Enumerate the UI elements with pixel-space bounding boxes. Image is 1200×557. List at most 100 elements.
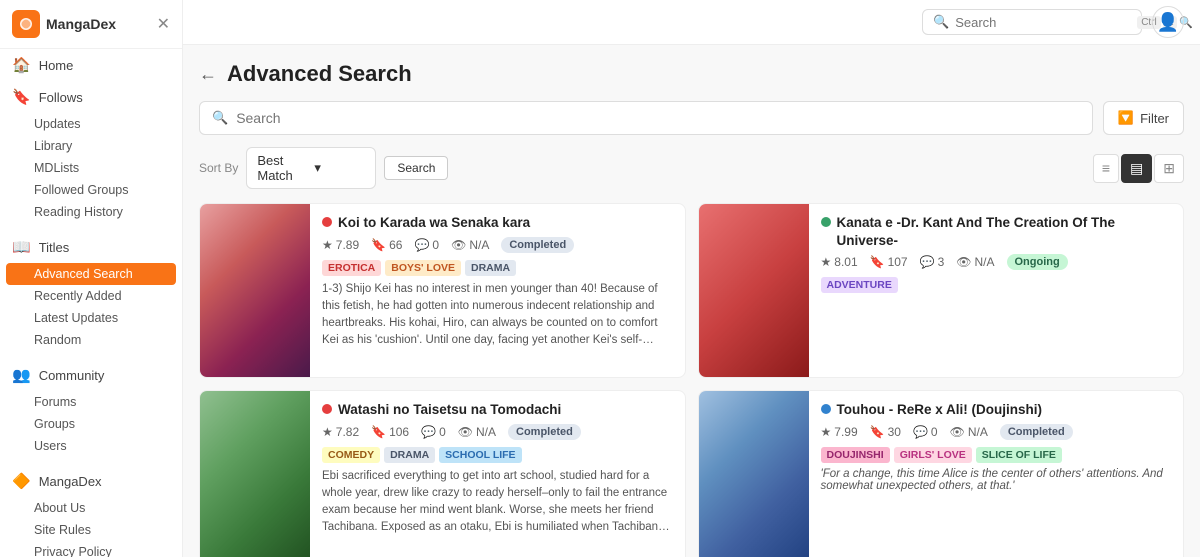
sort-view-row: Sort By Best Match ▾ Search ≡ ▤ ⊞ [199,147,1184,189]
sort-select-value: Best Match [257,153,308,183]
sidebar-item-library[interactable]: Library [0,135,182,157]
sidebar-item-mdlists[interactable]: MDLists [0,157,182,179]
sidebar-item-latest-updates[interactable]: Latest Updates [0,307,182,329]
eye-icon: 👁 [451,238,466,252]
tag[interactable]: EROTICA [322,260,381,276]
manga-title-row: Kanata e -Dr. Kant And The Creation Of T… [821,214,1172,249]
manga-stats: ★ 7.82 🔖 106 💬 0 👁 N/A Completed [322,424,673,440]
tag[interactable]: ADVENTURE [821,277,898,293]
topbar-search[interactable]: 🔍 Ctrl K 🔍 [922,9,1142,35]
tag[interactable]: SCHOOL LIFE [439,447,521,463]
sidebar-follows-label: Follows [39,90,83,105]
manga-tags: EROTICA BOYS' LOVE DRAMA [322,260,673,276]
tag[interactable]: GIRLS' LOVE [894,447,972,463]
manga-stats: ★ 8.01 🔖 107 💬 3 👁 N/A Ongoing [821,254,1172,270]
topbar-search-input[interactable] [955,15,1131,30]
manga-card[interactable]: Touhou - ReRe x Ali! (Doujinshi) ★ 7.99 … [698,390,1185,557]
manga-title: Kanata e -Dr. Kant And The Creation Of T… [837,214,1172,249]
sidebar-item-groups[interactable]: Groups [0,413,182,435]
grid-view-button[interactable]: ⊞ [1154,154,1184,183]
manga-desc: 1-3) Shijo Kei has no interest in men yo… [322,281,673,350]
manga-card[interactable]: Kanata e -Dr. Kant And The Creation Of T… [698,203,1185,378]
status-dot [821,217,831,227]
manga-title-row: Koi to Karada wa Senaka kara [322,214,673,232]
status-badge: Completed [1000,424,1073,440]
logo-icon [12,10,40,38]
eye-icon: 👁 [956,255,971,269]
manga-cover [200,391,310,557]
sort-select[interactable]: Best Match ▾ [246,147,376,189]
sidebar: MangaDex ✕ 🏠 Home 🔖 Follows Updates Libr… [0,0,183,557]
filter-button[interactable]: 🔽 Filter [1103,101,1184,135]
sidebar-item-updates[interactable]: Updates [0,113,182,135]
sidebar-item-recently-added[interactable]: Recently Added [0,285,182,307]
manga-card[interactable]: Watashi no Taisetsu na Tomodachi ★ 7.82 … [199,390,686,557]
sidebar-community-label: Community [39,368,105,383]
page-title: Advanced Search [227,61,412,87]
sidebar-item-advanced-search[interactable]: Advanced Search [6,263,176,285]
app-name: MangaDex [46,16,116,32]
sidebar-mangadex-label: MangaDex [39,474,102,489]
sidebar-item-forums[interactable]: Forums [0,391,182,413]
tag[interactable]: SLICE OF LIFE [976,447,1062,463]
sidebar-item-home[interactable]: 🏠 Home [0,49,182,81]
manga-stats: ★ 7.89 🔖 66 💬 0 👁 N/A Completed [322,237,673,253]
manga-title: Watashi no Taisetsu na Tomodachi [338,401,561,419]
sidebar-item-random[interactable]: Random [0,329,182,351]
chevron-down-icon: ▾ [314,160,365,176]
sidebar-item-titles[interactable]: 📖 Titles [0,231,182,263]
main-search-input[interactable] [236,110,1080,126]
home-icon: 🏠 [12,56,31,74]
view-toggle: ≡ ▤ ⊞ [1093,154,1184,183]
user-avatar[interactable]: 👤 [1152,6,1184,38]
status-badge: Completed [501,237,574,253]
close-icon[interactable]: ✕ [157,14,170,34]
sidebar-item-about-us[interactable]: About Us [0,497,182,519]
filter-label: Filter [1140,111,1169,126]
manga-title-row: Watashi no Taisetsu na Tomodachi [322,401,673,419]
manga-info: Kanata e -Dr. Kant And The Creation Of T… [809,204,1184,377]
bookmark-stat-icon: 🔖 [870,425,885,439]
sidebar-item-privacy-policy[interactable]: Privacy Policy [0,541,182,557]
comments-stat: 💬 3 [920,255,945,269]
community-icon: 👥 [12,366,31,384]
list-view-button[interactable]: ≡ [1093,154,1119,183]
search-button[interactable]: Search [384,156,448,180]
status-badge: Completed [508,424,581,440]
comment-icon: 💬 [913,425,928,439]
bookmark-stat-icon: 🔖 [870,255,885,269]
sidebar-item-users[interactable]: Users [0,435,182,457]
compact-view-button[interactable]: ▤ [1121,154,1152,183]
rating-stat: ★ 7.99 [821,425,858,439]
sidebar-item-community[interactable]: 👥 Community [0,359,182,391]
sidebar-item-mangadex-section[interactable]: 🔶 MangaDex [0,465,182,497]
tag[interactable]: DRAMA [384,447,435,463]
tag[interactable]: DOUJINSHI [821,447,890,463]
sidebar-item-reading-history[interactable]: Reading History [0,201,182,223]
sidebar-titles-label: Titles [39,240,70,255]
main-content: 🔍 Ctrl K 🔍 👤 ← Advanced Search 🔍 🔽 Filt [183,0,1200,557]
comment-icon: 💬 [421,425,436,439]
main-search-box[interactable]: 🔍 [199,101,1093,135]
sidebar-item-site-rules[interactable]: Site Rules [0,519,182,541]
views-stat: 👁 N/A [956,255,994,269]
tag[interactable]: BOYS' LOVE [385,260,461,276]
status-dot [821,404,831,414]
manga-tags: DOUJINSHI GIRLS' LOVE SLICE OF LIFE [821,447,1172,463]
follows-stat: 🔖 66 [371,238,402,252]
rating-stat: ★ 7.82 [322,425,359,439]
tag[interactable]: COMEDY [322,447,380,463]
follows-stat: 🔖 30 [870,425,901,439]
star-icon: ★ [821,255,832,269]
manga-grid: Koi to Karada wa Senaka kara ★ 7.89 🔖 66… [199,203,1184,557]
sort-group: Sort By Best Match ▾ Search [199,147,448,189]
tag[interactable]: DRAMA [465,260,516,276]
sidebar-item-follows[interactable]: 🔖 Follows [0,81,182,113]
comment-icon: 💬 [920,255,935,269]
sidebar-item-followed-groups[interactable]: Followed Groups [0,179,182,201]
manga-card[interactable]: Koi to Karada wa Senaka kara ★ 7.89 🔖 66… [199,203,686,378]
back-button[interactable]: ← [199,64,217,85]
bookmark-stat-icon: 🔖 [371,425,386,439]
comments-stat: 💬 0 [913,425,938,439]
manga-desc: Ebi sacrificed everything to get into ar… [322,468,673,537]
